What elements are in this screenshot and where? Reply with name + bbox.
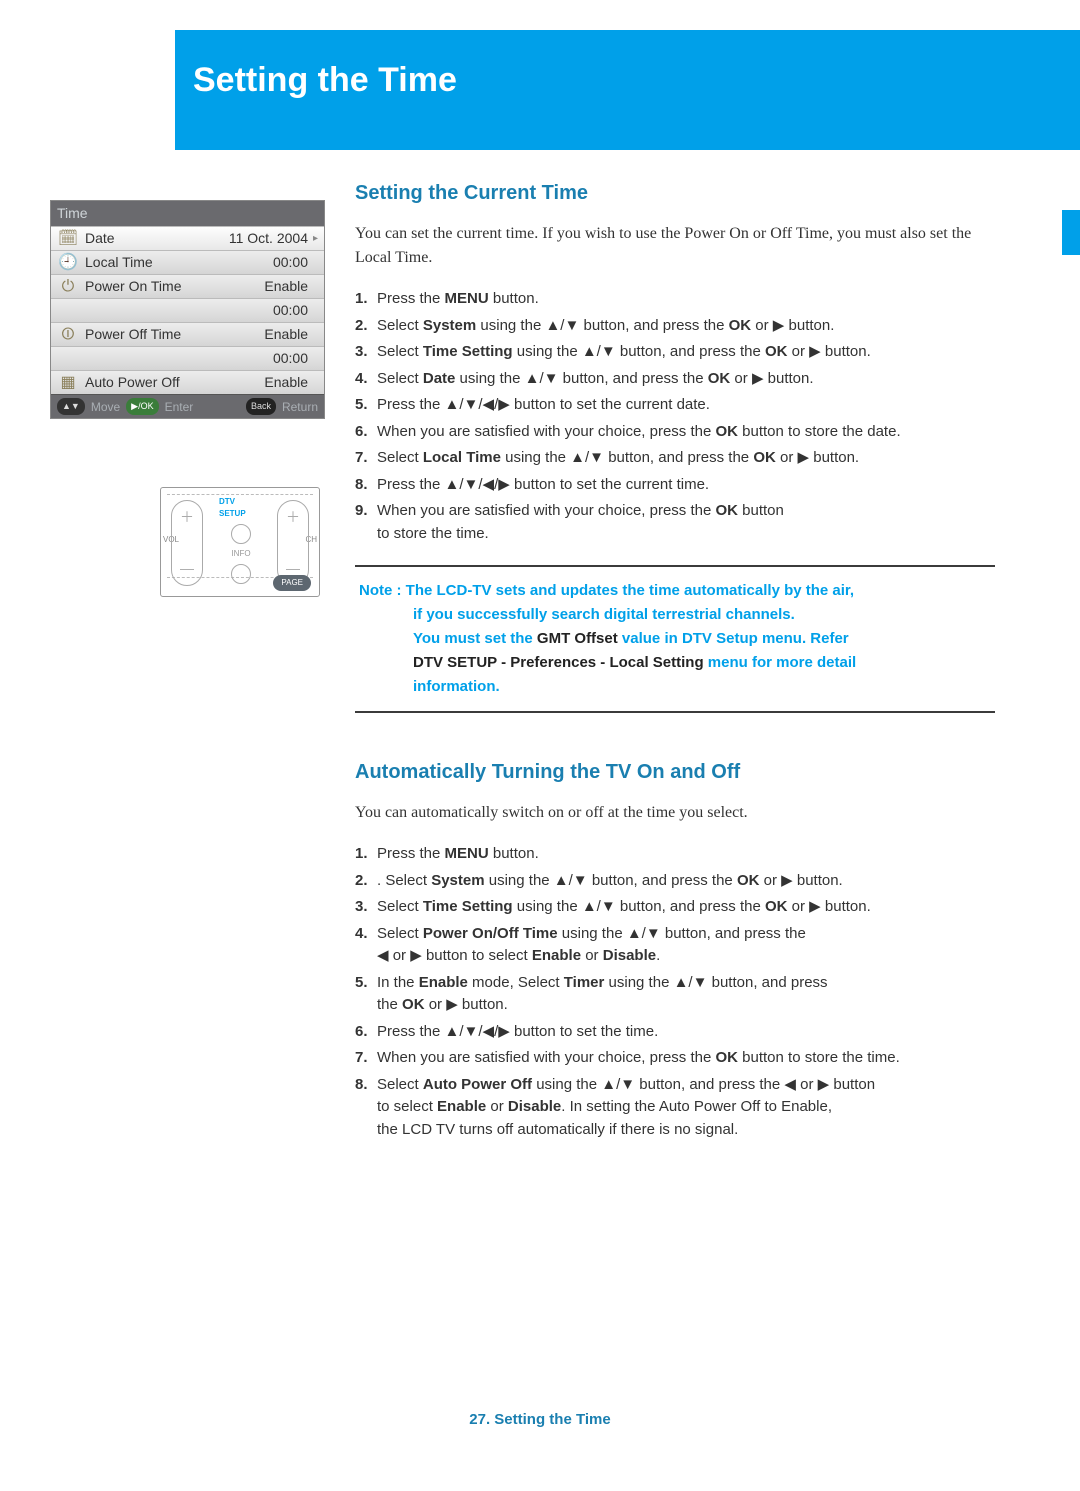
power-off-icon: ⏼: [51, 323, 85, 347]
osd-row-power-on: ⏻ Power On Time Enable: [51, 274, 324, 298]
plus-icon: ＋: [180, 507, 194, 528]
osd-label: Local Time: [85, 252, 218, 273]
step-item: Select Power On/Off Time using the ▲/▼ b…: [355, 923, 995, 968]
osd-value: 00:00: [218, 300, 308, 321]
osd-row-power-off-time: 00:00: [51, 346, 324, 370]
power-on-icon: ⏻: [51, 275, 85, 299]
step-item: When you are satisfied with your choice,…: [355, 421, 995, 444]
back-icon: Back: [246, 398, 276, 416]
step-item: Press the MENU button.: [355, 843, 995, 866]
step-item: In the Enable mode, Select Timer using t…: [355, 972, 995, 1017]
step-item: Select Date using the ▲/▼ button, and pr…: [355, 368, 995, 391]
remote-diagram: VOL CH ＋ — ＋ — DTV SETUP INFO PAGE: [160, 487, 320, 597]
step-item: Select Time Setting using the ▲/▼ button…: [355, 341, 995, 364]
osd-title: Time: [51, 201, 324, 226]
updown-icon: ▲▼: [57, 398, 85, 416]
osd-value: Enable: [218, 324, 308, 345]
steps-list-1: Press the MENU button. Select System usi…: [355, 288, 995, 545]
calendar-icon: 🗓: [51, 227, 85, 251]
osd-row-date: 🗓 Date 11 Oct. 2004 ▸: [51, 226, 324, 250]
page-badge: PAGE: [273, 575, 311, 591]
osd-footer: ▲▼ Move ▶/OK Enter Back Return: [51, 394, 324, 418]
osd-row-power-on-time: 00:00: [51, 298, 324, 322]
page-footer: 27. Setting the Time: [0, 1409, 1080, 1432]
step-item: Press the ▲/▼/◀/▶ button to set the curr…: [355, 474, 995, 497]
info-button-icon: [231, 564, 251, 584]
step-item: Select System using the ▲/▼ button, and …: [355, 315, 995, 338]
osd-value: Enable: [218, 276, 308, 297]
osd-label: Auto Power Off: [85, 372, 218, 393]
ch-rocker: ＋ —: [277, 500, 309, 586]
osd-menu: Time 🗓 Date 11 Oct. 2004 ▸ 🕘 Local Time …: [50, 200, 325, 419]
step-item: When you are satisfied with your choice,…: [355, 500, 995, 545]
osd-value: 00:00: [218, 252, 308, 273]
step-item: When you are satisfied with your choice,…: [355, 1047, 995, 1070]
step-item: Select Local Time using the ▲/▼ button, …: [355, 447, 995, 470]
osd-value: Enable: [218, 372, 308, 393]
page-banner: Setting the Time: [175, 30, 1080, 150]
intro-text: You can set the current time. If you wis…: [355, 222, 995, 270]
step-item: Press the ▲/▼/◀/▶ button to set the curr…: [355, 394, 995, 417]
section-heading-auto-onoff: Automatically Turning the TV On and Off: [355, 757, 995, 787]
ok-icon: ▶/OK: [126, 398, 158, 416]
osd-value: 00:00: [218, 348, 308, 369]
step-item: Press the MENU button.: [355, 288, 995, 311]
osd-label: Power Off Time: [85, 324, 218, 345]
vol-rocker: ＋ —: [171, 500, 203, 586]
osd-label: Power On Time: [85, 276, 218, 297]
section-heading-current-time: Setting the Current Time: [355, 178, 995, 208]
page-title: Setting the Time: [193, 55, 1080, 106]
steps-list-2: Press the MENU button. . Select System u…: [355, 843, 995, 1141]
info-label: INFO: [231, 548, 250, 560]
osd-foot-return: Return: [282, 398, 318, 416]
step-item: Press the ▲/▼/◀/▶ button to set the time…: [355, 1021, 995, 1044]
osd-value: 11 Oct. 2004: [218, 228, 308, 249]
chevron-right-icon: ▸: [308, 231, 318, 246]
step-item: Select Auto Power Off using the ▲/▼ butt…: [355, 1074, 995, 1142]
osd-label: Date: [85, 228, 218, 249]
dtv-setup-label: DTV SETUP: [219, 496, 263, 520]
intro-text: You can automatically switch on or off a…: [355, 801, 995, 825]
osd-row-local-time: 🕘 Local Time 00:00: [51, 250, 324, 274]
minus-icon: —: [180, 558, 194, 579]
auto-off-icon: ▦: [51, 371, 85, 395]
osd-row-auto-off: ▦ Auto Power Off Enable: [51, 370, 324, 394]
clock-icon: 🕘: [51, 251, 85, 275]
osd-foot-enter: Enter: [165, 398, 194, 416]
step-item: Select Time Setting using the ▲/▼ button…: [355, 896, 995, 919]
step-item: . Select System using the ▲/▼ button, an…: [355, 870, 995, 893]
osd-foot-move: Move: [91, 398, 120, 416]
side-tab: [1062, 210, 1080, 255]
dtv-setup-button-icon: [231, 524, 251, 544]
note-block: Note : The LCD-TV sets and updates the t…: [355, 565, 995, 713]
osd-row-power-off: ⏼ Power Off Time Enable: [51, 322, 324, 346]
plus-icon: ＋: [286, 507, 300, 528]
